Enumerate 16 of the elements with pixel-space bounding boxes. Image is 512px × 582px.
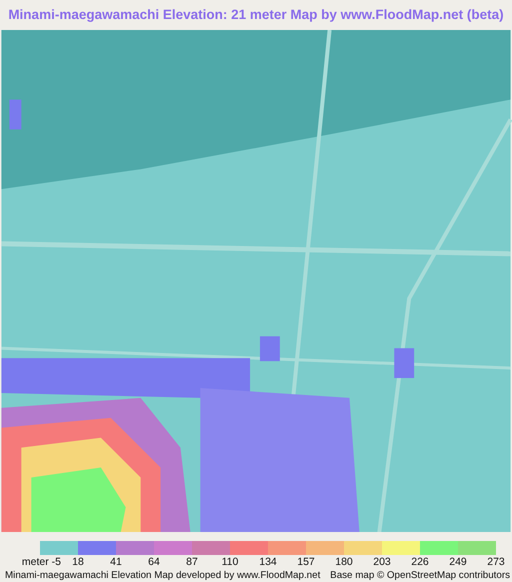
map-credit: Minami-maegawamachi Elevation Map developed by www.FloodMap.net: [5, 569, 320, 582]
legend-label: meter -5: [22, 556, 61, 569]
legend-label: 273: [486, 556, 506, 569]
legend-label: 249: [448, 556, 468, 569]
legend-label: 64: [147, 556, 161, 569]
legend-label: 226: [410, 556, 430, 569]
page-title: Minami-maegawamachi Elevation: 21 meter Map by www.FloodMap.net (beta): [7, 6, 505, 24]
basemap-attribution: Base map © OpenStreetMap contributors: [330, 569, 510, 582]
legend-label: 110: [220, 556, 240, 569]
legend-label: 134: [258, 556, 278, 569]
legend-label: 180: [334, 556, 354, 569]
legend-label: 18: [71, 556, 85, 569]
legend-label: 41: [109, 556, 123, 569]
legend-label: 157: [296, 556, 316, 569]
legend-label: 87: [185, 556, 199, 569]
legend-label: 203: [372, 556, 392, 569]
